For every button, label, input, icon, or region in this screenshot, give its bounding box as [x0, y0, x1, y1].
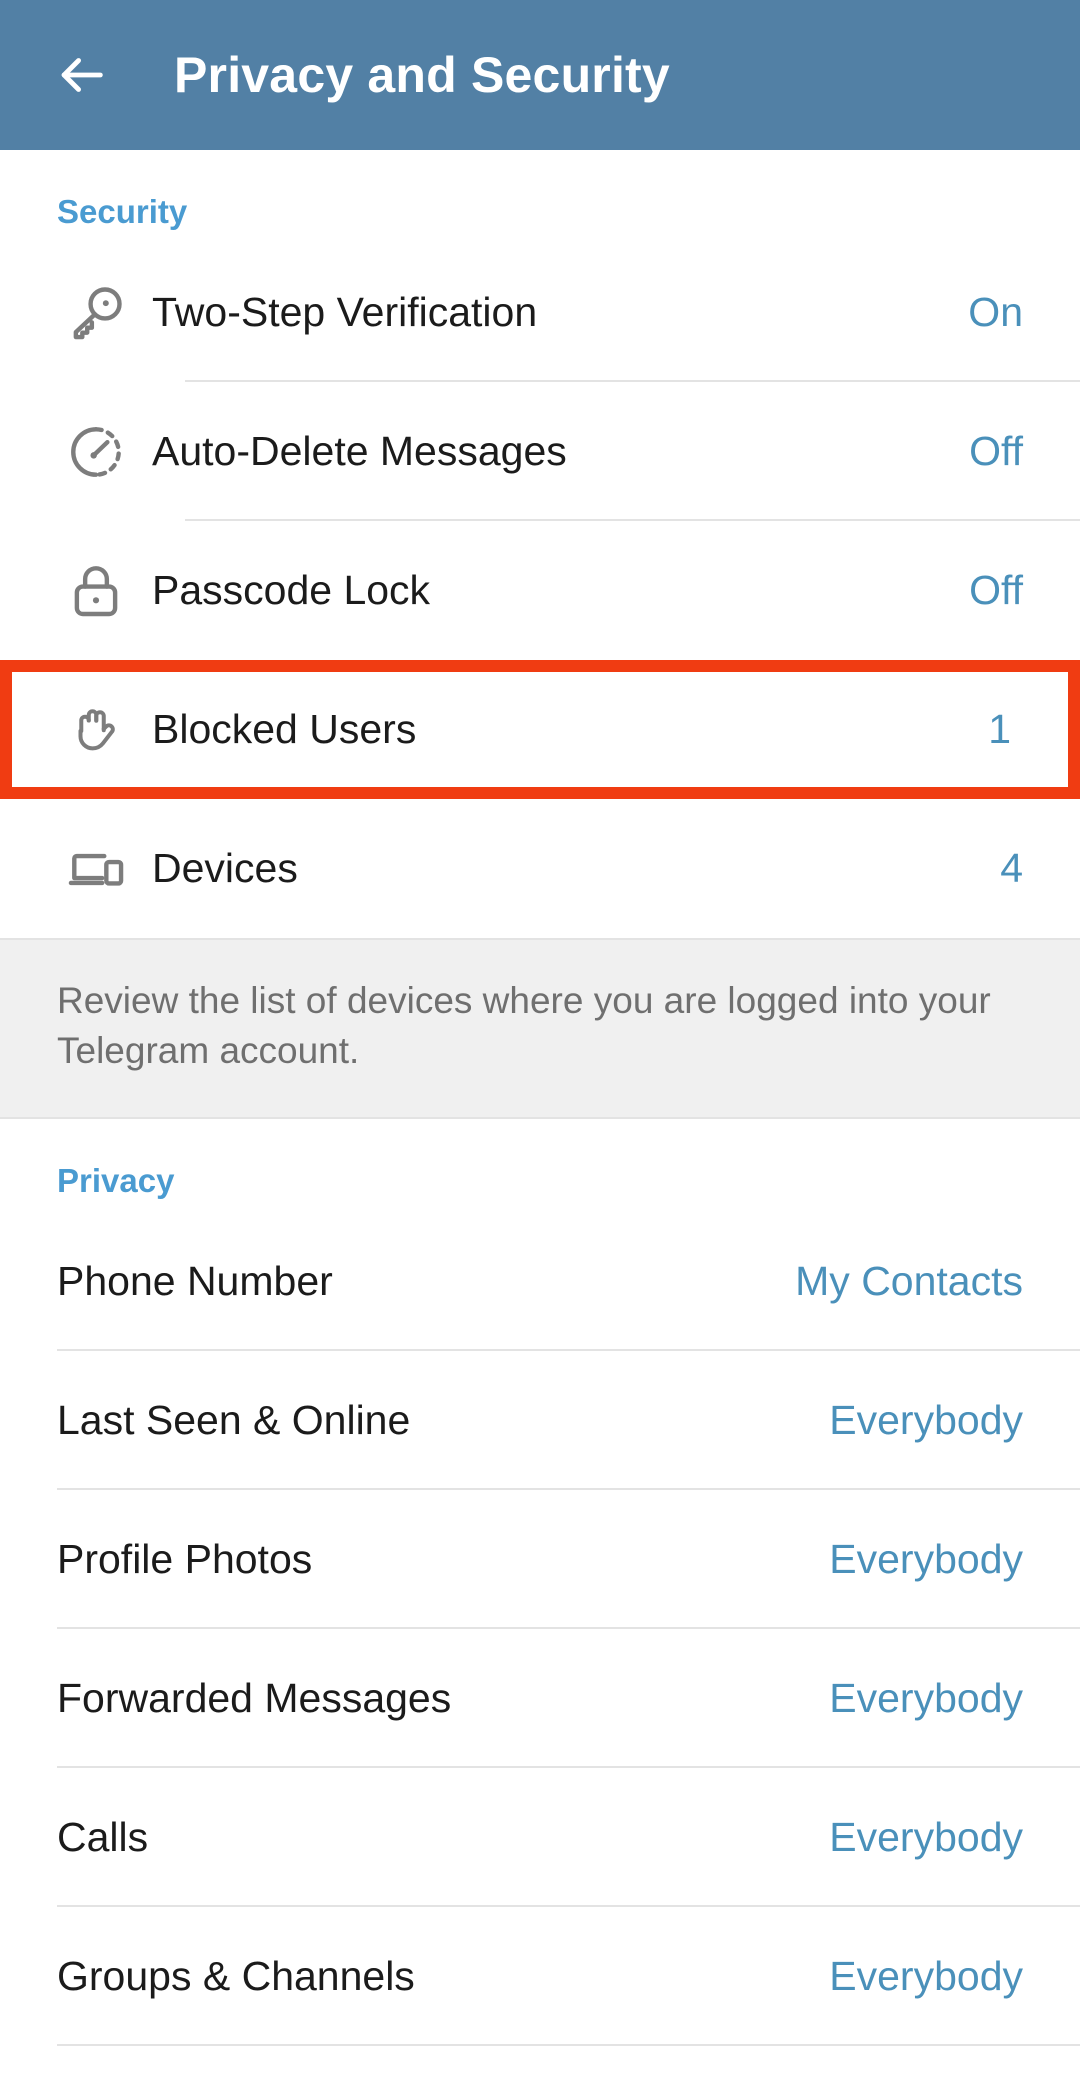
row-divider	[57, 2043, 1080, 2046]
app-bar: Privacy and Security	[0, 0, 1080, 150]
row-blocked-users[interactable]: Blocked Users 1	[12, 672, 1068, 787]
row-last-seen-and-online[interactable]: Last Seen & Online Everybody	[0, 1350, 1080, 1490]
row-value: On	[968, 289, 1023, 335]
row-phone-number[interactable]: Phone Number My Contacts	[0, 1211, 1080, 1351]
row-groups-and-channels[interactable]: Groups & Channels Everybody	[0, 1906, 1080, 2046]
devices-icon	[40, 838, 152, 900]
row-label: Calls	[57, 1813, 149, 1860]
row-label: Passcode Lock	[152, 567, 431, 613]
auto-delete-timer-icon	[40, 421, 152, 483]
row-forwarded-messages[interactable]: Forwarded Messages Everybody	[0, 1628, 1080, 1768]
row-label: Two-Step Verification	[152, 289, 538, 335]
row-auto-delete-messages[interactable]: Auto-Delete Messages Off	[0, 382, 1080, 521]
arrow-left-icon	[52, 46, 110, 104]
row-label: Forwarded Messages	[57, 1674, 452, 1721]
row-value: Everybody	[829, 1535, 1023, 1582]
row-value: 4	[1000, 845, 1023, 891]
row-value: Off	[969, 428, 1023, 474]
row-value: My Contacts	[795, 1257, 1023, 1304]
row-calls[interactable]: Calls Everybody	[0, 1767, 1080, 1907]
row-two-step-verification[interactable]: Two-Step Verification On	[0, 243, 1080, 382]
row-value: 1	[988, 706, 1011, 752]
hand-stop-icon	[40, 699, 152, 761]
section-header-privacy: Privacy	[57, 1161, 175, 1199]
row-label: Devices	[152, 845, 298, 891]
row-passcode-lock[interactable]: Passcode Lock Off	[0, 521, 1080, 660]
row-profile-photos[interactable]: Profile Photos Everybody	[0, 1489, 1080, 1629]
privacy-and-security-screen: Privacy and Security Security Two-Step V…	[0, 0, 1080, 2082]
row-value: Everybody	[829, 1674, 1023, 1721]
row-label: Blocked Users	[152, 706, 417, 752]
row-value: Off	[969, 567, 1023, 613]
row-devices[interactable]: Devices 4	[0, 799, 1080, 938]
row-value: Everybody	[829, 1396, 1023, 1443]
row-value: Everybody	[829, 1952, 1023, 1999]
padlock-icon	[40, 560, 152, 622]
row-label: Last Seen & Online	[57, 1396, 411, 1443]
key-icon	[40, 282, 152, 344]
back-button[interactable]	[44, 38, 118, 112]
page-title: Privacy and Security	[174, 47, 670, 103]
row-label: Profile Photos	[57, 1535, 313, 1582]
devices-info-text: Review the list of devices where you are…	[57, 980, 991, 1072]
blocked-users-highlight-box: Blocked Users 1	[0, 660, 1080, 799]
devices-info-block: Review the list of devices where you are…	[0, 938, 1080, 1119]
row-label: Auto-Delete Messages	[152, 428, 567, 474]
row-value: Everybody	[829, 1813, 1023, 1860]
row-label: Phone Number	[57, 1257, 333, 1304]
row-label: Groups & Channels	[57, 1952, 415, 1999]
section-header-security: Security	[57, 193, 188, 230]
